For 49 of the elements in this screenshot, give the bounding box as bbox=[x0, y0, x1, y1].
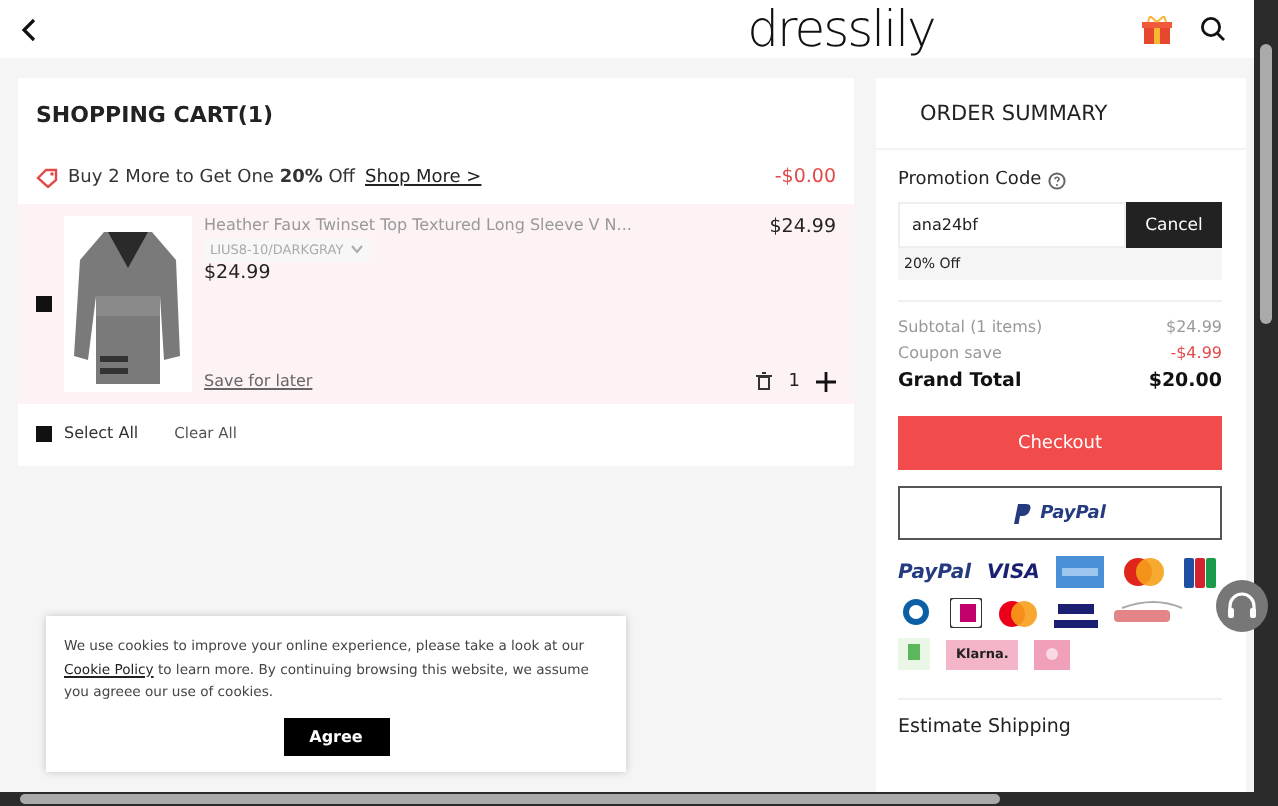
summary-label: Subtotal (1 items) bbox=[898, 318, 1043, 336]
vertical-scrollbar[interactable] bbox=[1254, 0, 1278, 806]
summary-value: -$4.99 bbox=[1170, 344, 1222, 362]
cart-title: SHOPPING CART(1) bbox=[34, 99, 276, 131]
card-logo-icon bbox=[1119, 556, 1168, 588]
summary-label: Coupon save bbox=[898, 344, 1002, 362]
headset-icon bbox=[1226, 590, 1258, 622]
summary-label: Grand Total bbox=[898, 370, 1022, 392]
item-checkbox[interactable] bbox=[36, 295, 52, 311]
cancel-button[interactable]: Cancel bbox=[1126, 202, 1222, 248]
summary-title: ORDER SUMMARY bbox=[876, 78, 1246, 150]
card-logo-icon bbox=[1054, 599, 1098, 627]
checkout-button[interactable]: Checkout bbox=[898, 416, 1222, 470]
logo[interactable]: dresslily bbox=[747, 0, 935, 58]
help-icon[interactable] bbox=[1047, 171, 1066, 189]
card-logo-icon bbox=[898, 598, 934, 628]
search-icon[interactable] bbox=[1199, 16, 1226, 42]
summary-value: $24.99 bbox=[1166, 318, 1222, 336]
card-logo-icon bbox=[1114, 599, 1186, 627]
paypal-icon bbox=[1014, 503, 1033, 523]
card-logo-icon bbox=[950, 598, 982, 628]
save-for-later-link[interactable]: Save for later bbox=[204, 372, 313, 390]
tag-icon bbox=[36, 167, 58, 187]
promotion-label: Promotion Code bbox=[898, 170, 1042, 190]
summary-value: $20.00 bbox=[1148, 370, 1222, 392]
agree-button[interactable]: Agree bbox=[283, 717, 389, 755]
horizontal-scrollbar[interactable] bbox=[0, 792, 1254, 806]
promo-text: Buy 2 More to Get One 20% Off bbox=[68, 167, 356, 187]
quantity: 1 bbox=[788, 371, 800, 391]
plus-icon[interactable] bbox=[816, 371, 836, 391]
card-logo-icon bbox=[1183, 557, 1216, 587]
chevron-icon bbox=[349, 244, 364, 254]
item-total: $24.99 bbox=[769, 215, 836, 237]
promo-discount: -$0.00 bbox=[774, 166, 836, 188]
shop-more-link[interactable]: Shop More > bbox=[365, 167, 482, 187]
promo-code-field[interactable]: ana24bf bbox=[898, 202, 1126, 248]
paypal-button[interactable]: PayPal bbox=[898, 486, 1222, 540]
back-icon[interactable] bbox=[20, 17, 40, 41]
shipping-title: Estimate Shipping bbox=[898, 698, 1222, 738]
select-all-label[interactable]: Select All bbox=[64, 424, 139, 442]
payment-logo: PayPal bbox=[898, 561, 972, 583]
gift-icon[interactable] bbox=[1141, 15, 1172, 43]
select-all-checkbox[interactable] bbox=[36, 425, 52, 441]
payment-logo: VISA bbox=[987, 561, 1040, 583]
trash-icon[interactable] bbox=[756, 372, 773, 390]
card-logo-icon bbox=[1055, 556, 1104, 588]
unit-price: $24.99 bbox=[204, 261, 273, 283]
card-logo-icon bbox=[898, 638, 930, 670]
card-logo-icon bbox=[998, 599, 1038, 627]
